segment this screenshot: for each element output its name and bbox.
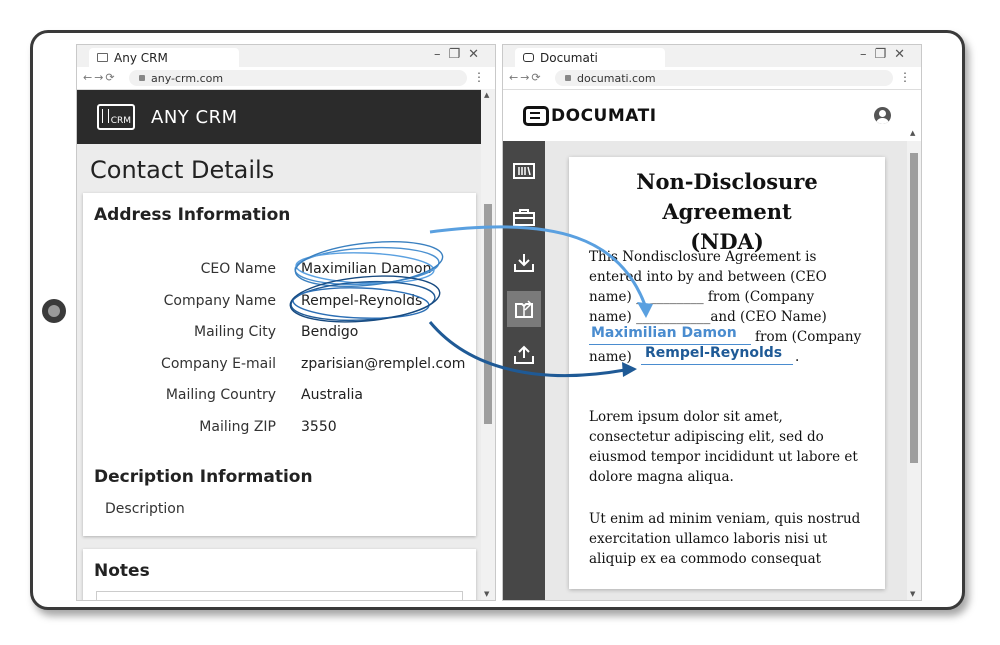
intro-name-word: name) [589,349,632,365]
crm-tab-title: Any CRM [114,50,168,65]
doc-tab-bar: Documati –❐✕ [503,45,921,67]
scroll-down-icon[interactable]: ▼ [484,590,489,598]
crm-menu-icon[interactable]: ⋮ [473,70,485,84]
lorem-line: Lorem ipsum dolor sit amet, [589,409,783,425]
intro-line: entered into by and between (CEO [589,269,827,285]
doc-scroll-thumb[interactable] [910,153,918,463]
address-card: Address Information CEO Name Maximilian … [83,193,476,536]
library-icon [513,163,535,179]
intro-paragraph: This Nondisclosure Agreement is entered … [589,247,879,327]
description-heading: Decription Information [94,467,313,487]
doc-tab-title: Documati [540,50,598,65]
crm-tab[interactable]: Any CRM [89,48,239,67]
doc-window-controls[interactable]: –❐✕ [860,47,913,62]
lorem-line: eiusmod tempor incididunt ut labore et [589,449,858,465]
fill-form-icon [515,300,533,318]
document-viewer: Non-Disclosure Agreement (NDA) This Nond… [545,141,907,600]
scroll-up-icon[interactable]: ▲ [484,91,489,99]
field-value-ceo[interactable]: Maximilian Damon [301,261,431,277]
crm-url-field[interactable]: any-crm.com [129,70,467,86]
intro-line: name) __________ from (Company [589,289,815,305]
lorem-paragraph: Lorem ipsum dolor sit amet, consectetur … [589,407,879,487]
doc-scroll-down-icon[interactable]: ▼ [910,590,915,598]
briefcase-icon [513,209,535,226]
field-label-company: Company Name [163,293,276,309]
field-value-city[interactable]: Bendigo [301,324,358,340]
lock-icon [139,75,145,81]
intro-line: name) ___________and (CEO Name) [589,309,827,325]
notes-input[interactable] [96,591,463,600]
documati-browser-window: Documati –❐✕ ←→⟳ documati.com ⋮ DOCUMATI [502,44,922,601]
upload-tray-icon [514,345,534,364]
doc-scroll-up-icon[interactable]: ▲ [910,129,915,137]
page-title: Contact Details [90,156,275,184]
filled-company-name[interactable]: Rempel-Reynolds [645,345,782,361]
crm-favicon-icon [97,53,108,62]
intro-line: This Nondisclosure Agreement is [589,249,817,265]
sidebar-download-button[interactable] [507,245,541,281]
crm-scrollbar[interactable]: ▲ ▼ [481,89,495,600]
doc-address-bar: ←→⟳ documati.com ⋮ [503,67,921,90]
field-value-email[interactable]: zparisian@remplel.com [301,356,465,372]
ut-enim-line: exercitation ullamco laboris nisi ut [589,531,828,547]
description-label: Description [105,501,185,517]
notes-heading: Notes [94,561,150,581]
doc-url-text: documati.com [577,71,656,85]
doc-sidebar [503,141,545,600]
crm-nav-buttons[interactable]: ←→⟳ [83,71,117,84]
field-value-zip[interactable]: 3550 [301,419,337,435]
crm-window-controls[interactable]: –❐✕ [434,47,487,62]
doc-scrollbar[interactable]: ▲ ▼ [907,129,921,600]
documati-logo-icon [523,106,549,126]
crm-browser-window: Any CRM –❐✕ ←→⟳ any-crm.com ⋮ CRM ANY CR… [76,44,496,601]
intro-from-company: from (Company [755,329,862,345]
crm-tab-bar: Any CRM –❐✕ [77,45,495,67]
sidebar-fill-form-button[interactable] [507,291,541,327]
user-account-icon[interactable] [874,107,891,124]
crm-logo-text: CRM [110,116,131,126]
field-label-city: Mailing City [194,324,276,340]
doc-url-field[interactable]: documati.com [555,70,893,86]
field-label-ceo: CEO Name [200,261,276,277]
home-button[interactable] [42,299,66,323]
download-tray-icon [514,254,534,272]
field-label-email: Company E-mail [161,356,276,372]
crm-logo-icon: CRM [97,104,135,130]
doc-nav-buttons[interactable]: ←→⟳ [509,71,543,84]
ut-enim-line: Ut enim ad minim veniam, quis nostrud [589,511,861,527]
document-title-line1: Non-Disclosure Agreement [636,169,818,224]
doc-menu-icon[interactable]: ⋮ [899,70,911,84]
ut-enim-line: aliquip ex ea commodo consequat [589,551,822,567]
crm-url-text: any-crm.com [151,71,224,85]
document-title: Non-Disclosure Agreement (NDA) [569,167,885,257]
doc-tab[interactable]: Documati [515,48,665,67]
field-label-zip: Mailing ZIP [199,419,276,435]
crm-app-title: ANY CRM [151,106,238,128]
company-fill-underline [641,364,793,365]
doc-app-header: DOCUMATI [503,90,921,143]
sidebar-upload-button[interactable] [507,337,541,373]
filled-ceo-name[interactable]: Maximilian Damon [591,325,737,341]
lorem-line: consectetur adipiscing elit, sed do [589,429,824,445]
sidebar-library-button[interactable] [507,153,541,189]
lorem-line: dolore magna aliqua. [589,469,734,485]
documati-brand: DOCUMATI [551,106,657,126]
sidebar-briefcase-button[interactable] [507,199,541,235]
document-page: Non-Disclosure Agreement (NDA) This Nond… [569,157,885,589]
ut-enim-paragraph: Ut enim ad minim veniam, quis nostrud ex… [589,509,879,569]
field-label-country: Mailing Country [165,387,276,403]
crm-app-header: CRM ANY CRM [77,90,495,144]
crm-address-bar: ←→⟳ any-crm.com ⋮ [77,67,495,90]
address-heading: Address Information [94,205,291,225]
doc-favicon-icon [523,53,534,62]
crm-content: Contact Details Address Information CEO … [77,144,495,600]
lock-icon [565,75,571,81]
notes-card: Notes [83,549,476,600]
crm-scroll-thumb[interactable] [484,204,492,424]
field-value-country[interactable]: Australia [301,387,363,403]
intro-period: . [795,349,800,365]
field-value-company[interactable]: Rempel-Reynolds [301,293,422,309]
